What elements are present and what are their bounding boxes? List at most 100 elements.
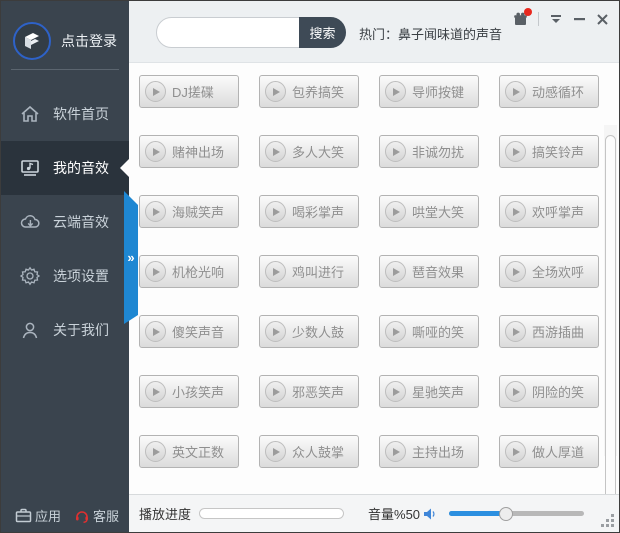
sound-button[interactable]: 傻笑声音: [139, 315, 239, 348]
sound-button-label: 英文正数: [172, 445, 225, 460]
user-icon: [19, 320, 41, 340]
notification-badge: [524, 8, 532, 16]
sound-button-label: 做人厚道: [532, 445, 585, 460]
sound-button[interactable]: 多人大笑: [259, 135, 359, 168]
scrollbar-thumb[interactable]: [605, 135, 616, 510]
resize-grip[interactable]: [601, 514, 614, 527]
volume-slider[interactable]: [449, 506, 585, 521]
play-icon: [265, 381, 286, 402]
sidebar-expand-handle[interactable]: »: [124, 191, 138, 324]
play-icon: [265, 441, 286, 462]
login-area[interactable]: 点击登录: [1, 1, 129, 67]
sidebar-divider: [11, 69, 119, 70]
sidebar: 点击登录 软件首页 我的音效 云端音效 选项设置 关于我们 应用 客服: [1, 1, 129, 532]
hot-keyword-label[interactable]: 热门：鼻子闻味道的声音: [359, 24, 502, 43]
scrollbar[interactable]: [604, 125, 617, 510]
topbar: 搜索 热门：鼻子闻味道的声音: [129, 1, 619, 63]
play-icon: [385, 321, 406, 342]
sidebar-item-cloud-sounds[interactable]: 云端音效: [1, 195, 129, 249]
play-icon: [385, 141, 406, 162]
sidebar-item-settings[interactable]: 选项设置: [1, 249, 129, 303]
sound-button-label: 鸡叫进行: [292, 265, 345, 280]
sound-button[interactable]: 赌神出场: [139, 135, 239, 168]
play-icon: [265, 201, 286, 222]
sound-button-label: 包养搞笑: [292, 85, 345, 100]
sound-button-label: 哄堂大笑: [412, 205, 465, 220]
sound-button[interactable]: 主持出场: [379, 435, 479, 468]
sound-button[interactable]: 众人鼓掌: [259, 435, 359, 468]
sound-button[interactable]: 琶音效果: [379, 255, 479, 288]
play-icon: [385, 81, 406, 102]
sound-button-label: 琶音效果: [412, 265, 465, 280]
sound-button-label: 星驰笑声: [412, 385, 465, 400]
sound-button[interactable]: 全场欢呼: [499, 255, 599, 288]
sound-button[interactable]: 导师按键: [379, 75, 479, 108]
sound-button-label: 众人鼓掌: [292, 445, 345, 460]
sound-button[interactable]: 欢呼掌声: [499, 195, 599, 228]
speaker-icon[interactable]: [423, 507, 437, 521]
support-link[interactable]: 客服: [74, 506, 119, 525]
app-window: 点击登录 软件首页 我的音效 云端音效 选项设置 关于我们 应用 客服 » 搜索…: [0, 0, 620, 533]
login-label[interactable]: 点击登录: [61, 31, 117, 51]
sound-button[interactable]: 小孩笑声: [139, 375, 239, 408]
sound-button[interactable]: 邪恶笑声: [259, 375, 359, 408]
support-label: 客服: [93, 509, 120, 524]
play-icon: [505, 321, 526, 342]
sound-button[interactable]: DJ搓碟: [139, 75, 239, 108]
sound-button[interactable]: 星驰笑声: [379, 375, 479, 408]
sidebar-menu: 软件首页 我的音效 云端音效 选项设置 关于我们: [1, 87, 129, 357]
search-bar: 搜索: [156, 17, 346, 48]
sidebar-footer: 应用 客服: [15, 506, 119, 525]
sound-button[interactable]: 少数人鼓: [259, 315, 359, 348]
sound-button[interactable]: 海贼笑声: [139, 195, 239, 228]
sound-button[interactable]: 哄堂大笑: [379, 195, 479, 228]
progress-bar[interactable]: [199, 508, 345, 519]
sound-button-label: 多人大笑: [292, 145, 345, 160]
sound-button-label: 邪恶笑声: [292, 385, 345, 400]
apps-link[interactable]: 应用: [15, 506, 61, 525]
play-icon: [265, 141, 286, 162]
sound-button[interactable]: 机枪光响: [139, 255, 239, 288]
sound-button[interactable]: 西游插曲: [499, 315, 599, 348]
sidebar-item-my-sounds[interactable]: 我的音效: [1, 141, 129, 195]
sound-button[interactable]: 包养搞笑: [259, 75, 359, 108]
play-icon: [505, 441, 526, 462]
sound-button[interactable]: 动感循环: [499, 75, 599, 108]
window-controls: [513, 8, 609, 26]
gift-icon[interactable]: [513, 8, 532, 26]
sound-button[interactable]: 做人厚道: [499, 435, 599, 468]
sound-button[interactable]: 非诚勿扰: [379, 135, 479, 168]
play-icon: [265, 261, 286, 282]
sound-button-label: 傻笑声音: [172, 325, 225, 340]
close-button[interactable]: [596, 13, 609, 26]
sound-button[interactable]: 鸡叫进行: [259, 255, 359, 288]
sidebar-item-about[interactable]: 关于我们: [1, 303, 129, 357]
sound-button[interactable]: 嘶哑的笑: [379, 315, 479, 348]
sound-button[interactable]: 英文正数: [139, 435, 239, 468]
sound-button-label: 搞笑铃声: [532, 145, 585, 160]
sound-button-label: DJ搓碟: [172, 85, 214, 100]
sound-button-label: 赌神出场: [172, 145, 225, 160]
play-icon: [505, 261, 526, 282]
app-logo: [13, 21, 51, 60]
search-button[interactable]: 搜索: [299, 17, 346, 48]
sound-grid-panel: DJ搓碟 包养搞笑 导师按键 动感循环赌神出场 多人大笑 非诚勿扰 搞笑铃声海贼笑声 喝彩掌声…: [129, 63, 619, 510]
play-icon: [145, 381, 166, 402]
minimize-button[interactable]: [573, 14, 586, 24]
sound-button-label: 全场欢呼: [532, 265, 585, 280]
sound-button[interactable]: 阴险的笑: [499, 375, 599, 408]
sound-button[interactable]: 喝彩掌声: [259, 195, 359, 228]
sound-button-label: 非诚勿扰: [412, 145, 465, 160]
sidebar-item-home[interactable]: 软件首页: [1, 87, 129, 141]
search-input[interactable]: [157, 18, 299, 47]
toolbox-icon: [15, 508, 32, 523]
sidebar-item-label: 选项设置: [53, 268, 109, 284]
apps-label: 应用: [35, 509, 62, 524]
sound-button-label: 喝彩掌声: [292, 205, 345, 220]
sound-button[interactable]: 搞笑铃声: [499, 135, 599, 168]
sound-button-label: 海贼笑声: [172, 205, 225, 220]
menu-chevron-icon[interactable]: [549, 14, 563, 24]
play-icon: [265, 321, 286, 342]
gear-icon: [19, 266, 41, 286]
volume-thumb[interactable]: [498, 506, 513, 521]
